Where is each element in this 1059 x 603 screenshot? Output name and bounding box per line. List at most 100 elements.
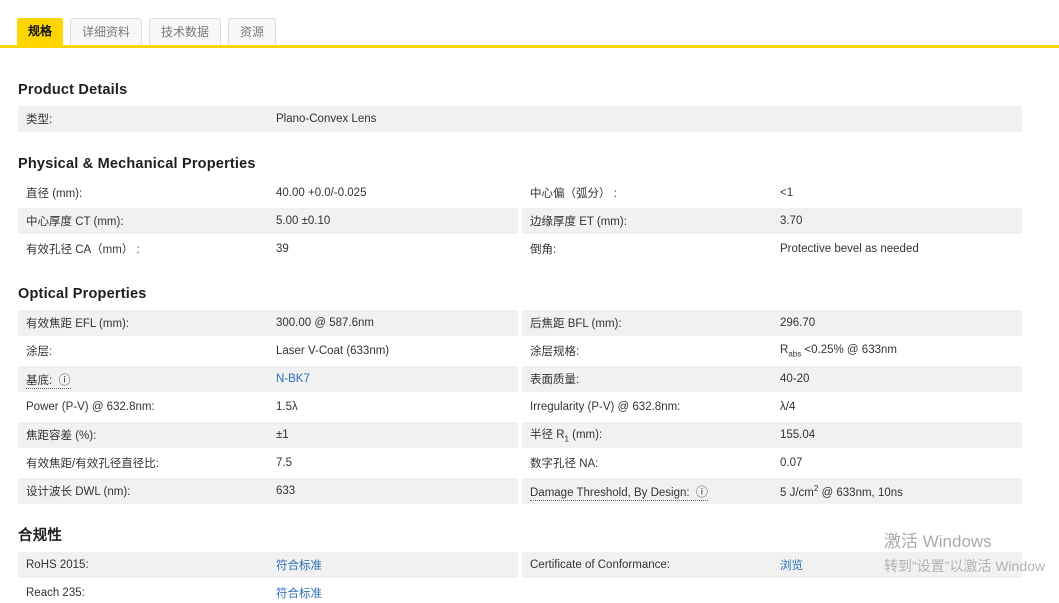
spec-label: 中心偏（弧分） : bbox=[530, 185, 780, 201]
spec-value: 0.07 bbox=[780, 457, 1022, 469]
spec-cell: 边缘厚度 ET (mm):3.70 bbox=[522, 208, 1022, 234]
tab-details[interactable]: 详细资料 bbox=[70, 18, 142, 45]
spec-cell: RoHS 2015:符合标准 bbox=[18, 552, 518, 578]
spec-value: Plano-Convex Lens bbox=[276, 113, 1022, 125]
tooltip-term[interactable]: Damage Threshold, By Design: ⓘ bbox=[530, 487, 708, 501]
spec-cell: Irregularity (P-V) @ 632.8nm:λ/4 bbox=[522, 394, 1022, 420]
tab-bar: 规格详细资料技术数据资源 bbox=[0, 0, 1059, 45]
spec-value-link[interactable]: 符合标准 bbox=[276, 560, 322, 572]
spec-row: 涂层:Laser V-Coat (633nm)涂层规格:Rabs <0.25% … bbox=[18, 338, 1022, 364]
spec-label: 基底: ⓘ bbox=[26, 371, 276, 388]
spec-label: 焦距容差 (%): bbox=[26, 427, 276, 443]
spec-row: 直径 (mm):40.00 +0.0/-0.025中心偏（弧分） :<1 bbox=[18, 180, 1022, 206]
tab-technical-data[interactable]: 技术数据 bbox=[149, 18, 221, 45]
tooltip-term[interactable]: 基底: ⓘ bbox=[26, 375, 71, 389]
spec-row: 中心厚度 CT (mm):5.00 ±0.10边缘厚度 ET (mm):3.70 bbox=[18, 208, 1022, 234]
spec-cell: 中心厚度 CT (mm):5.00 ±0.10 bbox=[18, 208, 518, 234]
spec-value: 39 bbox=[276, 243, 518, 255]
spec-row: 设计波长 DWL (nm):633 Damage Threshold, By De… bbox=[18, 478, 1022, 504]
spec-cell-empty bbox=[522, 580, 1022, 603]
spec-cell: Power (P-V) @ 632.8nm:1.5λ bbox=[18, 394, 518, 420]
section-product-details: Product Details 类型:Plano-Convex Lens bbox=[18, 82, 1022, 132]
spec-cell: 半径 R1 (mm):155.04 bbox=[522, 422, 1022, 448]
spec-cell: 有效焦距 EFL (mm):300.00 @ 587.6nm bbox=[18, 310, 518, 336]
spec-cell: 表面质量:40-20 bbox=[522, 366, 1022, 392]
tab-specifications[interactable]: 规格 bbox=[17, 18, 63, 45]
spec-value: Protective bevel as needed bbox=[780, 243, 1022, 255]
section-optical-properties: Optical Properties 有效焦距 EFL (mm):300.00 @… bbox=[18, 286, 1022, 504]
spec-value-link[interactable]: N-BK7 bbox=[276, 373, 310, 385]
spec-label: 涂层: bbox=[26, 343, 276, 359]
spec-cell: 设计波长 DWL (nm):633 bbox=[18, 478, 518, 504]
text-segment: 半径 R bbox=[530, 429, 565, 441]
spec-row: 有效焦距/有效孔径直径比:7.5数字孔径 NA:0.07 bbox=[18, 450, 1022, 476]
spec-value: 符合标准 bbox=[276, 557, 518, 573]
spec-value: 300.00 @ 587.6nm bbox=[276, 317, 518, 329]
spec-label: 类型: bbox=[26, 111, 276, 127]
spec-value: 633 bbox=[276, 485, 518, 497]
spec-value: 1.5λ bbox=[276, 401, 518, 413]
spec-row: RoHS 2015:符合标准Certificate of Conformance… bbox=[18, 552, 1022, 578]
info-icon[interactable]: ⓘ bbox=[693, 485, 708, 499]
spec-value: λ/4 bbox=[780, 401, 1022, 413]
tab-underline bbox=[0, 45, 1059, 48]
spec-value: 符合标准 bbox=[276, 585, 518, 601]
spec-label: 表面质量: bbox=[530, 371, 780, 387]
spec-cell: Certificate of Conformance:浏览 bbox=[522, 552, 1022, 578]
spec-value-link[interactable]: 浏览 bbox=[780, 560, 803, 572]
spec-label: Reach 235: bbox=[26, 587, 276, 599]
spec-cell: 涂层:Laser V-Coat (633nm) bbox=[18, 338, 518, 364]
section-physical-mechanical: Physical & Mechanical Properties 直径 (mm):… bbox=[18, 156, 1022, 262]
spec-label: 后焦距 BFL (mm): bbox=[530, 315, 780, 331]
spec-content: Product Details 类型:Plano-Convex Lens Physi… bbox=[18, 82, 1022, 603]
spec-cell: 类型:Plano-Convex Lens bbox=[18, 106, 1022, 132]
subscript-text: abs bbox=[788, 349, 801, 358]
spec-cell: Reach 235:符合标准 bbox=[18, 580, 518, 603]
spec-label: Damage Threshold, By Design: ⓘ bbox=[530, 483, 780, 500]
spec-row: 有效孔径 CA（mm） :39倒角:Protective bevel as ne… bbox=[18, 236, 1022, 262]
spec-cell: 后焦距 BFL (mm):296.70 bbox=[522, 310, 1022, 336]
spec-value: ±1 bbox=[276, 429, 518, 441]
spec-label: Certificate of Conformance: bbox=[530, 559, 780, 571]
spec-label: 有效焦距/有效孔径直径比: bbox=[26, 455, 276, 471]
section-title: Optical Properties bbox=[18, 286, 1022, 302]
section-title: Product Details bbox=[18, 82, 1022, 98]
spec-cell: 涂层规格:Rabs <0.25% @ 633nm bbox=[522, 338, 1022, 364]
spec-label: Power (P-V) @ 632.8nm: bbox=[26, 401, 276, 413]
spec-row: Power (P-V) @ 632.8nm:1.5λIrregularity (… bbox=[18, 394, 1022, 420]
section-title: Physical & Mechanical Properties bbox=[18, 156, 1022, 172]
spec-value: 296.70 bbox=[780, 317, 1022, 329]
spec-label: 涂层规格: bbox=[530, 343, 780, 359]
spec-row: 有效焦距 EFL (mm):300.00 @ 587.6nm后焦距 BFL (m… bbox=[18, 310, 1022, 336]
spec-value: 5.00 ±0.10 bbox=[276, 215, 518, 227]
spec-value: 40-20 bbox=[780, 373, 1022, 385]
text-segment: (mm): bbox=[569, 429, 602, 441]
spec-cell: 中心偏（弧分） :<1 bbox=[522, 180, 1022, 206]
spec-row: 类型:Plano-Convex Lens bbox=[18, 106, 1022, 132]
spec-row: 焦距容差 (%):±1半径 R1 (mm):155.04 bbox=[18, 422, 1022, 448]
spec-label: 设计波长 DWL (nm): bbox=[26, 483, 276, 499]
spec-label: 中心厚度 CT (mm): bbox=[26, 213, 276, 229]
spec-value: N-BK7 bbox=[276, 373, 518, 385]
spec-label: 半径 R1 (mm): bbox=[530, 426, 780, 443]
section-title: 合规性 bbox=[18, 528, 1022, 544]
spec-label: 数字孔径 NA: bbox=[530, 455, 780, 471]
tab-resources[interactable]: 资源 bbox=[228, 18, 276, 45]
spec-cell: 焦距容差 (%):±1 bbox=[18, 422, 518, 448]
spec-label: 倒角: bbox=[530, 241, 780, 257]
spec-value: Rabs <0.25% @ 633nm bbox=[780, 344, 1022, 358]
spec-cell: 基底: ⓘ N-BK7 bbox=[18, 366, 518, 392]
spec-cell: 直径 (mm):40.00 +0.0/-0.025 bbox=[18, 180, 518, 206]
spec-label: Irregularity (P-V) @ 632.8nm: bbox=[530, 401, 780, 413]
spec-label: 有效焦距 EFL (mm): bbox=[26, 315, 276, 331]
text-segment: 5 J/cm bbox=[780, 486, 814, 498]
spec-label: 直径 (mm): bbox=[26, 185, 276, 201]
spec-page: 规格详细资料技术数据资源 Product Details 类型:Plano-Con… bbox=[0, 0, 1059, 603]
spec-value-link[interactable]: 符合标准 bbox=[276, 588, 322, 600]
spec-label: RoHS 2015: bbox=[26, 559, 276, 571]
spec-value: 5 J/cm2 @ 633nm, 10ns bbox=[780, 484, 1022, 499]
spec-value: 浏览 bbox=[780, 557, 1022, 573]
info-icon[interactable]: ⓘ bbox=[55, 373, 70, 387]
spec-cell: 数字孔径 NA:0.07 bbox=[522, 450, 1022, 476]
spec-value: 3.70 bbox=[780, 215, 1022, 227]
